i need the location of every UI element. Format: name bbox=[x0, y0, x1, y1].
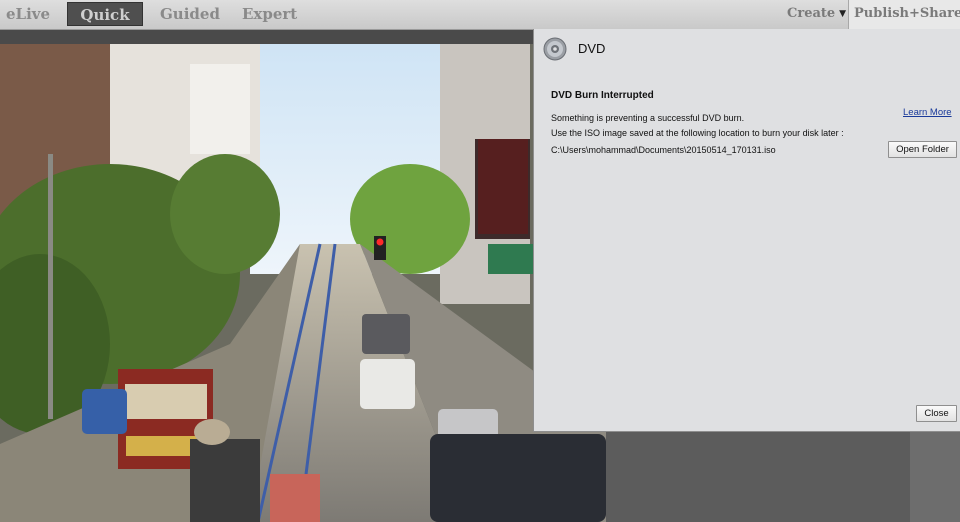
canvas-background bbox=[606, 432, 910, 522]
dialog-title: DVD bbox=[578, 41, 606, 56]
dvd-disc-icon bbox=[543, 37, 567, 61]
street-photo bbox=[0, 44, 606, 522]
open-folder-button[interactable]: Open Folder bbox=[888, 141, 957, 158]
learn-more-link[interactable]: Learn More bbox=[903, 107, 952, 118]
dialog-headline: DVD Burn Interrupted bbox=[551, 90, 654, 101]
tab-expert[interactable]: Expert bbox=[242, 0, 297, 28]
dvd-dialog: DVD DVD Burn Interrupted Something is pr… bbox=[533, 29, 960, 432]
publish-share-label: Publish+Share bbox=[854, 6, 960, 21]
dialog-instruction: Use the ISO image saved at the following… bbox=[551, 128, 844, 138]
mode-bar: eLive Quick Guided Expert Create ▼ Publis… bbox=[0, 0, 960, 30]
caret-down-icon: ▼ bbox=[839, 9, 847, 19]
create-menu-label: Create bbox=[787, 6, 836, 21]
close-button[interactable]: Close bbox=[916, 405, 957, 422]
iso-file-path: C:\Users\mohammad\Documents\20150514_170… bbox=[551, 145, 776, 155]
tab-guided[interactable]: Guided bbox=[160, 0, 220, 28]
dialog-message: Something is preventing a successful DVD… bbox=[551, 113, 745, 123]
publish-share-menu[interactable]: Publish+Share▼ bbox=[848, 0, 960, 29]
canvas-edge bbox=[910, 432, 960, 522]
street-photo-image bbox=[0, 44, 606, 522]
create-menu[interactable]: Create ▼ bbox=[787, 0, 846, 28]
tab-quick[interactable]: Quick bbox=[67, 2, 143, 26]
tab-elive[interactable]: eLive bbox=[6, 0, 50, 28]
